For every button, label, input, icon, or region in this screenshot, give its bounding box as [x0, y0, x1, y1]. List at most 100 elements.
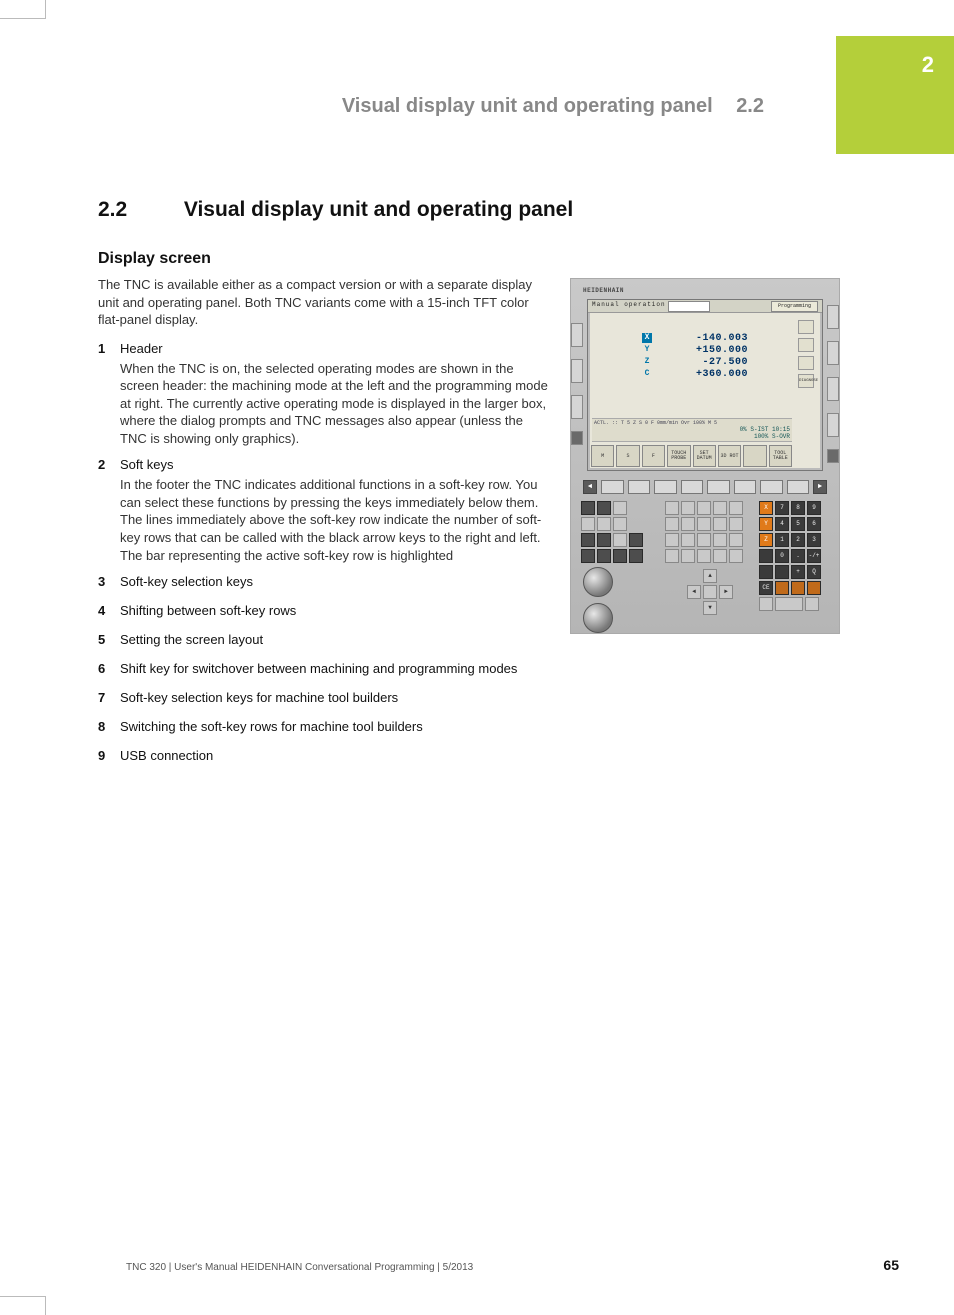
page-number: 65: [883, 1257, 899, 1273]
machine-key: [571, 431, 583, 445]
numkey-9: 9: [807, 501, 821, 515]
softkey-empty: [743, 445, 766, 467]
numkey-8: 8: [791, 501, 805, 515]
numbered-list: 1 Header When the TNC is on, the selecte…: [98, 341, 548, 767]
item-label: Header: [120, 341, 548, 356]
running-head-title: Visual display unit and operating panel: [342, 95, 713, 117]
key: [613, 533, 627, 547]
header-active-box: [668, 301, 710, 312]
header-programming-mode: Programming: [771, 301, 818, 312]
intro-paragraph: The TNC is available either as a compact…: [98, 276, 538, 329]
key: [775, 597, 803, 611]
key: [613, 517, 627, 531]
key: [665, 501, 679, 515]
softkey-button: [681, 480, 704, 494]
key: +: [791, 565, 805, 579]
softkey-f: F: [642, 445, 665, 467]
item-label: USB connection: [120, 748, 548, 763]
list-item: 7 Soft-key selection keys for machine to…: [98, 690, 548, 709]
override-knob: [583, 603, 613, 633]
key: [713, 517, 727, 531]
section-heading: 2.2 Visual display unit and operating pa…: [98, 198, 858, 222]
item-number: 3: [98, 574, 120, 589]
softkey-selection-row: ◄ ►: [583, 479, 827, 495]
item-number: 5: [98, 632, 120, 647]
shift-left-icon: ◄: [583, 480, 597, 494]
axis-key-x: X: [759, 501, 773, 515]
key: [665, 517, 679, 531]
key: [759, 565, 773, 579]
item-number: 4: [98, 603, 120, 618]
item-desc: When the TNC is on, the selected operati…: [120, 360, 548, 448]
machine-key: [571, 359, 583, 383]
screen-header: Manual operation Programming: [588, 300, 822, 313]
softkey-button: [601, 480, 624, 494]
key-ent: [791, 581, 805, 595]
status-line-2: 100% S-OVR: [754, 433, 790, 440]
softkey-m: M: [591, 445, 614, 467]
crop-mark-bottom: [0, 1296, 46, 1315]
key: [681, 533, 695, 547]
softkey-button: [707, 480, 730, 494]
key-del: [775, 581, 789, 595]
numkey-7: 7: [775, 501, 789, 515]
arrow-down-icon: ▼: [703, 601, 717, 615]
key: [729, 517, 743, 531]
thermometer-icon: [798, 338, 814, 352]
key: [713, 501, 727, 515]
softkey-tool-table: TOOL TABLE: [769, 445, 792, 467]
softkey-touch-probe: TOUCH PROBE: [667, 445, 690, 467]
key: [697, 501, 711, 515]
list-item: 9 USB connection: [98, 748, 548, 767]
status-line-1: 0% S-IST 10:15: [740, 426, 790, 433]
axis-label-c: C: [642, 369, 652, 379]
running-head-number: 2.2: [736, 95, 764, 117]
softkey-row: M S F TOUCH PROBE SET DATUM 3D ROT TOOL …: [591, 445, 792, 467]
softkey-3drot: 3D ROT: [718, 445, 741, 467]
key: [729, 501, 743, 515]
key: [597, 501, 611, 515]
key: [729, 549, 743, 563]
key: [597, 517, 611, 531]
side-softkeys-left: [571, 301, 583, 467]
item-number: 1: [98, 341, 120, 356]
key: [613, 549, 627, 563]
axis-key-y: Y: [759, 517, 773, 531]
header-machining-mode: Manual operation: [592, 301, 666, 308]
list-item: 5 Setting the screen layout: [98, 632, 548, 651]
diagnosis-label: DIAGNOSE: [798, 374, 814, 388]
list-item: 8 Switching the soft-key rows for machin…: [98, 719, 548, 738]
arrow-left-icon: ◄: [687, 585, 701, 599]
running-head: Visual display unit and operating panel …: [342, 95, 764, 118]
key: [697, 533, 711, 547]
key: [597, 533, 611, 547]
key: [581, 533, 595, 547]
axis-key-z: Z: [759, 533, 773, 547]
key: [581, 549, 595, 563]
key: [713, 549, 727, 563]
screen-side-icons: DIAGNOSE: [792, 316, 820, 440]
list-item: 1 Header When the TNC is on, the selecte…: [98, 341, 548, 448]
subheading: Display screen: [98, 250, 858, 268]
numkey-2: 2: [791, 533, 805, 547]
axis-row: Y +150.000: [642, 344, 748, 356]
axis-value-c: +360.000: [658, 369, 748, 380]
machine-key: [827, 377, 839, 401]
key: [613, 501, 627, 515]
key: [681, 517, 695, 531]
key: [581, 517, 595, 531]
item-desc: In the footer the TNC indicates addition…: [120, 476, 548, 564]
item-label: Soft keys: [120, 457, 548, 472]
machine-key: [827, 413, 839, 437]
status-bar: ACTL. :: T 5 Z S 0 F 0mm/min Ovr 100% M …: [592, 418, 792, 442]
key: [759, 597, 773, 611]
list-item: 2 Soft keys In the footer the TNC indica…: [98, 457, 548, 564]
tnc-screen: Manual operation Programming X -140.003 …: [587, 299, 823, 471]
softkey-button: [760, 480, 783, 494]
arrow-right-icon: ►: [719, 585, 733, 599]
axis-value-x: -140.003: [658, 333, 748, 344]
softkey-button: [628, 480, 651, 494]
key: [697, 549, 711, 563]
softkey-s: S: [616, 445, 639, 467]
chapter-tab: 2: [836, 36, 954, 154]
